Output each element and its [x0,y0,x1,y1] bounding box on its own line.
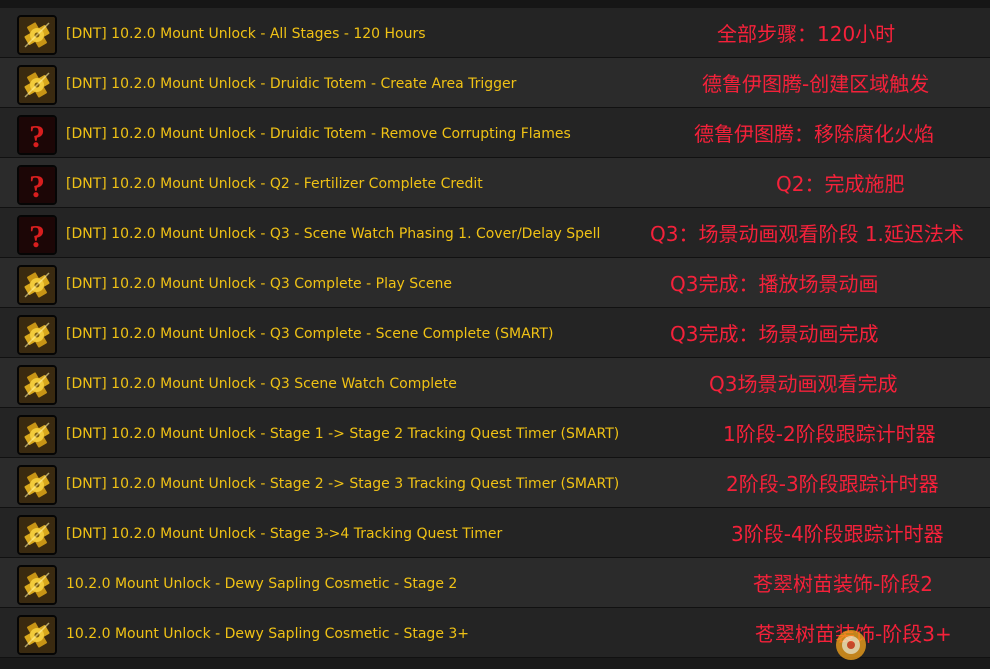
gold-cog-icon [17,615,57,655]
translation-annotation: 2阶段-3阶段跟踪计时器 [726,472,939,496]
spell-row[interactable]: 10.2.0 Mount Unlock - Dewy Sapling Cosme… [0,558,990,608]
red-question-mark-icon: ? [17,165,57,205]
spell-name: [DNT] 10.2.0 Mount Unlock - Q2 - Fertili… [66,176,483,192]
translation-annotation: 德鲁伊图腾-创建区域触发 [702,72,930,96]
spell-name: [DNT] 10.2.0 Mount Unlock - Q3 - Scene W… [66,226,601,242]
spell-list: [DNT] 10.2.0 Mount Unlock - All Stages -… [0,8,990,658]
watermark-logo-icon [836,630,866,660]
spell-name: 10.2.0 Mount Unlock - Dewy Sapling Cosme… [66,576,458,592]
translation-annotation: 1阶段-2阶段跟踪计时器 [723,422,936,446]
spell-name: [DNT] 10.2.0 Mount Unlock - Q3 Complete … [66,326,554,342]
svg-text:?: ? [29,218,45,253]
gold-cog-icon [17,465,57,505]
spell-name: [DNT] 10.2.0 Mount Unlock - Druidic Tote… [66,76,517,92]
spell-name: [DNT] 10.2.0 Mount Unlock - Q3 Complete … [66,276,452,292]
gold-cog-icon [17,265,57,305]
spell-name: [DNT] 10.2.0 Mount Unlock - Druidic Tote… [66,126,571,142]
translation-annotation: 3阶段-4阶段跟踪计时器 [731,522,944,546]
spell-row[interactable]: [DNT] 10.2.0 Mount Unlock - Q3 Scene Wat… [0,358,990,408]
spell-row[interactable]: [DNT] 10.2.0 Mount Unlock - Q3 Complete … [0,258,990,308]
spell-name: [DNT] 10.2.0 Mount Unlock - Stage 3->4 T… [66,526,503,542]
spell-row[interactable]: ? [DNT] 10.2.0 Mount Unlock - Q3 - Scene… [0,208,990,258]
translation-annotation: Q3场景动画观看完成 [709,372,898,396]
spell-name: 10.2.0 Mount Unlock - Dewy Sapling Cosme… [66,626,470,642]
spell-row[interactable]: [DNT] 10.2.0 Mount Unlock - Stage 1 -> S… [0,408,990,458]
translation-annotation: 德鲁伊图腾：移除腐化火焰 [694,122,934,146]
spell-row[interactable]: ? [DNT] 10.2.0 Mount Unlock - Q2 - Ferti… [0,158,990,208]
translation-annotation: 全部步骤：120小时 [717,22,896,46]
gold-cog-icon [17,565,57,605]
gold-cog-icon [17,415,57,455]
translation-annotation: Q3完成：播放场景动画 [670,272,879,296]
spell-row[interactable]: [DNT] 10.2.0 Mount Unlock - All Stages -… [0,8,990,58]
translation-annotation: 苍翠树苗装饰-阶段2 [753,572,933,596]
translation-annotation: Q2：完成施肥 [776,172,905,196]
translation-annotation: Q3完成：场景动画完成 [670,322,879,346]
translation-annotation: Q3：场景动画观看阶段 1.延迟法术 [650,222,964,246]
spell-name: [DNT] 10.2.0 Mount Unlock - Stage 1 -> S… [66,426,620,442]
gold-cog-icon [17,315,57,355]
gold-cog-icon [17,515,57,555]
gold-cog-icon [17,15,57,55]
spell-row[interactable]: ? [DNT] 10.2.0 Mount Unlock - Druidic To… [0,108,990,158]
spell-name: [DNT] 10.2.0 Mount Unlock - Q3 Scene Wat… [66,376,457,392]
svg-text:?: ? [29,168,45,203]
spell-row[interactable]: [DNT] 10.2.0 Mount Unlock - Q3 Complete … [0,308,990,358]
spell-row[interactable]: [DNT] 10.2.0 Mount Unlock - Stage 3->4 T… [0,508,990,558]
red-question-mark-icon: ? [17,115,57,155]
spell-name: [DNT] 10.2.0 Mount Unlock - Stage 2 -> S… [66,476,620,492]
spell-row[interactable]: [DNT] 10.2.0 Mount Unlock - Druidic Tote… [0,58,990,108]
red-question-mark-icon: ? [17,215,57,255]
svg-text:?: ? [29,118,45,153]
spell-row[interactable]: [DNT] 10.2.0 Mount Unlock - Stage 2 -> S… [0,458,990,508]
gold-cog-icon [17,365,57,405]
top-bar [0,0,990,8]
gold-cog-icon [17,65,57,105]
spell-name: [DNT] 10.2.0 Mount Unlock - All Stages -… [66,26,426,42]
